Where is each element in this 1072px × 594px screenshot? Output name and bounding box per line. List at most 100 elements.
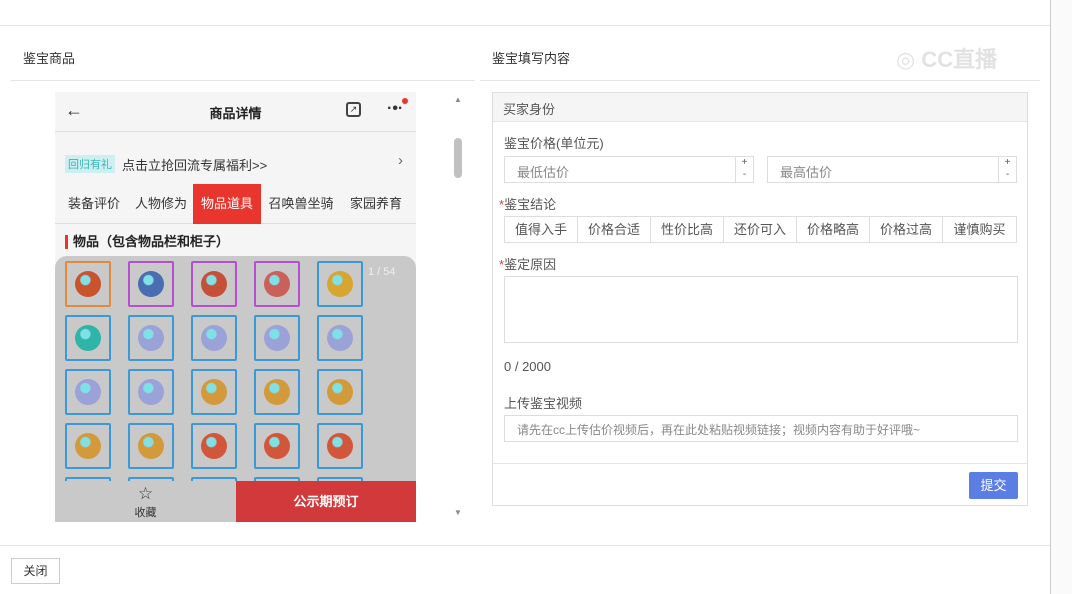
left-panel-title: 鉴宝商品: [23, 51, 76, 66]
right-panel-title: 鉴宝填写内容: [492, 51, 571, 66]
divider: [493, 463, 1027, 464]
conclusion-option[interactable]: 价格过高: [870, 217, 943, 242]
item-icon: [138, 325, 164, 351]
share-icon[interactable]: ↗: [346, 102, 361, 117]
item-icon: [201, 433, 227, 459]
top-divider: [0, 25, 1050, 26]
item-slot[interactable]: [128, 315, 174, 361]
item-icon: [201, 325, 227, 351]
item-slot[interactable]: [317, 369, 363, 415]
max-price-stepper[interactable]: + -: [998, 157, 1016, 182]
product-detail-preview: ← 商品详情 ↗ ·•· 回归有礼 点击立抢回流专属福利>> › 装备评价 人物…: [55, 92, 416, 522]
submit-button[interactable]: 提交: [969, 472, 1018, 499]
conclusion-option[interactable]: 性价比高: [651, 217, 724, 242]
conclusion-option[interactable]: 价格合适: [578, 217, 651, 242]
item-slot[interactable]: [191, 423, 237, 469]
watermark-logo: ◎ CC直播: [896, 47, 998, 72]
item-icon: [138, 271, 164, 297]
phone-title: 商品详情: [209, 106, 262, 121]
item-icon: [264, 433, 290, 459]
conclusion-option[interactable]: 还价可入: [724, 217, 797, 242]
divider: [480, 80, 1040, 81]
item-icon: [327, 433, 353, 459]
footer-divider: [0, 545, 1050, 546]
item-slot[interactable]: [317, 423, 363, 469]
item-slot[interactable]: [317, 261, 363, 307]
notification-dot: [402, 98, 408, 104]
item-icon: [75, 325, 101, 351]
tab-home[interactable]: 家园养育: [341, 184, 411, 224]
min-price-stepper[interactable]: + -: [735, 157, 753, 182]
max-price-placeholder: 最高估价: [780, 165, 833, 180]
more-icon[interactable]: ·•·: [387, 100, 403, 118]
item-icon: [264, 325, 290, 351]
chevron-right-icon: ›: [398, 152, 403, 169]
conclusion-option[interactable]: 值得入手: [505, 217, 578, 242]
video-label: 上传鉴宝视频: [504, 396, 583, 411]
star-icon: ☆: [137, 484, 154, 503]
divider: [11, 80, 475, 81]
phone-header: ← 商品详情 ↗ ·•·: [55, 92, 416, 132]
item-icon: [201, 271, 227, 297]
reason-textarea[interactable]: [504, 276, 1018, 343]
item-icon: [75, 379, 101, 405]
item-slot[interactable]: [191, 369, 237, 415]
item-icon: [138, 433, 164, 459]
tab-character[interactable]: 人物修为: [129, 184, 193, 224]
reason-count: 0 / 2000: [504, 359, 551, 374]
conclusion-label: *鉴宝结论: [499, 197, 557, 212]
promo-banner[interactable]: 回归有礼 点击立抢回流专属福利>> ›: [55, 146, 416, 180]
item-slot[interactable]: [65, 261, 111, 307]
item-slot[interactable]: [65, 315, 111, 361]
item-slot[interactable]: [254, 369, 300, 415]
min-price-input[interactable]: 最低估价 + -: [504, 156, 754, 183]
max-price-input[interactable]: 最高估价 + -: [767, 156, 1017, 183]
scrollbar-thumb[interactable]: [454, 138, 462, 178]
item-icon: [201, 379, 227, 405]
scrollbar[interactable]: ▲ ▼: [452, 92, 464, 522]
item-slot[interactable]: [254, 315, 300, 361]
background-page-edge: [1050, 0, 1072, 594]
item-icon: [264, 379, 290, 405]
tab-equipment[interactable]: 装备评价: [59, 184, 129, 224]
promo-text: 点击立抢回流专属福利>>: [122, 158, 268, 173]
item-slot[interactable]: [65, 369, 111, 415]
item-slot[interactable]: [191, 315, 237, 361]
reason-label: *鉴定原因: [499, 257, 557, 272]
price-label: 鉴宝价格(单位元): [504, 136, 604, 151]
item-slot[interactable]: [128, 423, 174, 469]
item-icon: [75, 271, 101, 297]
item-icon: [327, 325, 353, 351]
video-link-input[interactable]: 请先在cc上传估价视频后，再在此处粘贴视频链接；视频内容有助于好评哦~: [504, 415, 1018, 442]
scroll-down-icon[interactable]: ▼: [454, 508, 462, 517]
favorite-button[interactable]: ☆ 收藏: [55, 481, 236, 522]
item-slot[interactable]: [317, 315, 363, 361]
item-icon: [264, 271, 290, 297]
item-slot[interactable]: [191, 261, 237, 307]
item-icon: [327, 379, 353, 405]
preorder-button[interactable]: 公示期预订: [236, 481, 416, 522]
phone-tabs: 装备评价 人物修为 物品道具 召唤兽坐骑 家园养育: [55, 184, 416, 224]
scroll-up-icon[interactable]: ▲: [454, 95, 462, 104]
page-indicator: 1 / 54: [368, 266, 396, 278]
section-title: 物品（包含物品栏和柜子）: [65, 235, 229, 249]
item-slot[interactable]: [128, 369, 174, 415]
min-price-placeholder: 最低估价: [517, 165, 570, 180]
item-slot[interactable]: [254, 423, 300, 469]
conclusion-option[interactable]: 谨慎购买: [943, 217, 1016, 242]
appraisal-form: 买家身份 鉴宝价格(单位元) 最低估价 + - 最高估价 + - *鉴宝结论 值得入…: [492, 92, 1028, 506]
item-slot[interactable]: [254, 261, 300, 307]
promo-badge: 回归有礼: [65, 155, 115, 173]
phone-bottom-bar: ☆ 收藏 公示期预订: [55, 481, 416, 522]
item-slot[interactable]: [65, 423, 111, 469]
close-button[interactable]: 关闭: [11, 558, 60, 584]
item-slot[interactable]: [128, 261, 174, 307]
conclusion-option[interactable]: 价格略高: [797, 217, 870, 242]
video-link-placeholder: 请先在cc上传估价视频后，再在此处粘贴视频链接；视频内容有助于好评哦~: [517, 423, 921, 437]
tab-items[interactable]: 物品道具: [193, 184, 261, 224]
favorite-label: 收藏: [134, 507, 157, 519]
item-icon: [327, 271, 353, 297]
tab-pets[interactable]: 召唤兽坐骑: [261, 184, 341, 224]
form-header: 买家身份: [493, 93, 1027, 122]
item-icon: [75, 433, 101, 459]
